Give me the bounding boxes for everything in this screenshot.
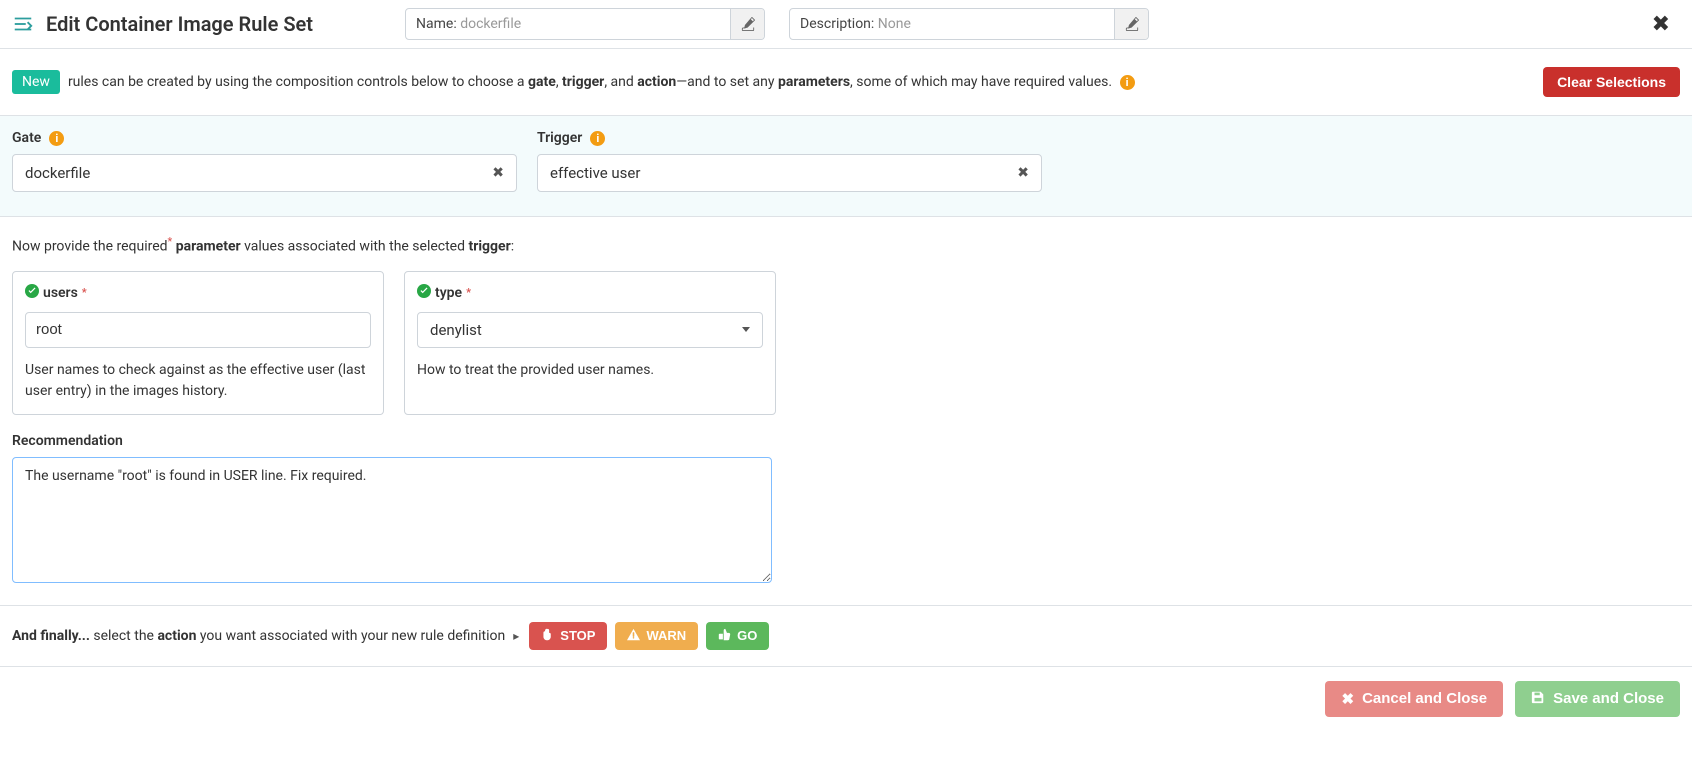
type-select[interactable]: denylist	[417, 312, 763, 348]
clear-selections-button[interactable]: Clear Selections	[1543, 67, 1680, 97]
users-desc: User names to check against as the effec…	[25, 360, 371, 402]
warning-icon	[627, 628, 640, 644]
recommendation-textarea[interactable]	[12, 457, 772, 583]
chevron-down-icon	[742, 327, 750, 332]
gate-value: dockerfile	[25, 164, 492, 182]
action-prompt: And finally... select the action you wan…	[12, 628, 505, 644]
trigger-select[interactable]: effective user ✖	[537, 154, 1042, 192]
cancel-close-button[interactable]: ✖ Cancel and Close	[1325, 681, 1503, 717]
parameter-section: Now provide the required* parameter valu…	[0, 217, 1692, 606]
type-desc: How to treat the provided user names.	[417, 360, 763, 381]
name-field[interactable]: Name: dockerfile	[405, 8, 765, 40]
gate-select[interactable]: dockerfile ✖	[12, 154, 517, 192]
description-field-text: Description: None	[790, 16, 911, 32]
go-button[interactable]: GO	[706, 622, 769, 650]
trigger-clear-icon[interactable]: ✖	[1017, 165, 1029, 181]
info-icon[interactable]: i	[1120, 75, 1135, 90]
close-icon[interactable]: ✖	[1642, 12, 1680, 37]
check-icon	[25, 284, 39, 302]
param-card-type: type* denylist How to treat the provided…	[404, 271, 776, 415]
check-icon	[417, 284, 431, 302]
intro-bar: New rules can be created by using the co…	[0, 49, 1692, 116]
parameter-prompt: Now provide the required* parameter valu…	[12, 235, 1680, 255]
gate-trigger-section: Gate i dockerfile ✖ Trigger i effective …	[0, 116, 1692, 217]
chevron-right-icon: ▸	[513, 629, 519, 643]
param-type-header: type*	[417, 284, 763, 302]
edit-name-button[interactable]	[730, 9, 764, 39]
info-icon[interactable]: i	[49, 131, 64, 146]
header-bar: Edit Container Image Rule Set Name: dock…	[0, 0, 1692, 49]
param-users-header: users*	[25, 284, 371, 302]
ruleset-icon	[12, 13, 34, 35]
thumbs-up-icon	[718, 628, 731, 644]
warn-button[interactable]: WARN	[615, 622, 698, 650]
new-badge: New	[12, 70, 60, 94]
hand-icon	[541, 628, 554, 644]
type-value: denylist	[430, 321, 482, 339]
param-card-users: users* User names to check against as th…	[12, 271, 384, 415]
stop-button[interactable]: STOP	[529, 622, 607, 650]
save-icon	[1531, 690, 1545, 708]
intro-text: rules can be created by using the compos…	[68, 74, 1135, 90]
name-field-text: Name: dockerfile	[406, 16, 521, 32]
edit-description-button[interactable]	[1114, 9, 1148, 39]
footer-bar: ✖ Cancel and Close Save and Close	[0, 667, 1692, 757]
gate-label: Gate i	[12, 130, 517, 146]
page-title: Edit Container Image Rule Set	[46, 12, 313, 36]
close-icon: ✖	[1341, 690, 1354, 708]
trigger-value: effective user	[550, 164, 1017, 182]
gate-clear-icon[interactable]: ✖	[492, 165, 504, 181]
description-field[interactable]: Description: None	[789, 8, 1149, 40]
trigger-label: Trigger i	[537, 130, 1042, 146]
info-icon[interactable]: i	[590, 131, 605, 146]
action-section: And finally... select the action you wan…	[0, 606, 1692, 667]
save-close-button[interactable]: Save and Close	[1515, 681, 1680, 717]
recommendation-label: Recommendation	[12, 433, 1680, 449]
users-input[interactable]	[25, 312, 371, 348]
